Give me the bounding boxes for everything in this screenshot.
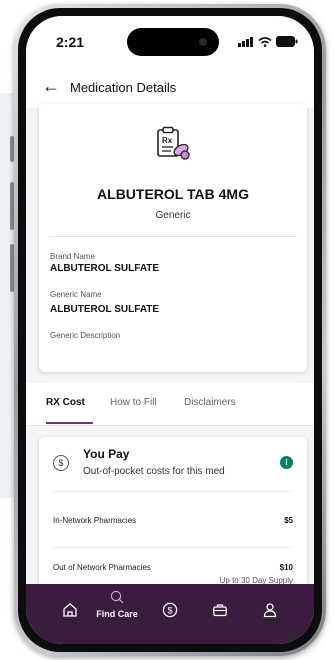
page-title: Medication Details bbox=[70, 80, 177, 95]
nav-find-care[interactable]: Find Care bbox=[88, 590, 146, 619]
medication-name: ALBUTEROL TAB 4MG bbox=[97, 186, 249, 202]
home-icon bbox=[63, 603, 77, 617]
active-tab-indicator bbox=[46, 422, 93, 424]
card-divider bbox=[49, 236, 297, 237]
tab-disclaimers[interactable]: Disclaimers bbox=[184, 397, 236, 408]
user-icon bbox=[263, 603, 277, 618]
tab-bar: RX Cost How to Fill Disclaimers bbox=[26, 383, 314, 426]
out-of-network-value: $10 bbox=[279, 563, 293, 572]
dynamic-island bbox=[127, 28, 219, 56]
info-icon[interactable]: i bbox=[280, 456, 293, 469]
cost-divider bbox=[53, 491, 293, 492]
medication-type: Generic bbox=[155, 210, 191, 221]
prescription-pills-icon: Rx bbox=[157, 126, 190, 160]
you-pay-subtitle: Out-of-pocket costs for this med bbox=[83, 466, 225, 477]
camera-icon bbox=[199, 38, 207, 46]
svg-text:Rx: Rx bbox=[162, 136, 173, 145]
nav-find-care-label: Find Care bbox=[96, 609, 138, 619]
generic-name-value: ALBUTEROL SULFATE bbox=[50, 304, 160, 315]
wifi-icon bbox=[258, 37, 272, 47]
battery-icon bbox=[276, 36, 298, 47]
in-network-label: In-Network Pharmacies bbox=[53, 516, 137, 525]
generic-description-label: Generic Description bbox=[50, 331, 121, 340]
status-bar: 2:21 bbox=[26, 16, 314, 68]
you-pay-title: You Pay bbox=[83, 447, 130, 461]
bottom-navigation: Find Care $ bbox=[26, 584, 314, 644]
out-of-network-label: Out of Network Pharmacies bbox=[53, 563, 151, 572]
cost-divider bbox=[53, 547, 293, 548]
nav-profile[interactable] bbox=[262, 602, 278, 623]
briefcase-icon bbox=[213, 604, 227, 617]
generic-name-label: Generic Name bbox=[50, 290, 102, 299]
medication-card: Rx ALBUTEROL TAB 4MG Generic Brand Name … bbox=[39, 104, 307, 372]
tab-how-to-fill[interactable]: How to Fill bbox=[110, 397, 157, 408]
nav-benefits[interactable] bbox=[212, 602, 228, 623]
svg-text:$: $ bbox=[167, 606, 172, 616]
nav-costs[interactable]: $ bbox=[162, 602, 178, 623]
brand-name-value: ALBUTEROL SULFATE bbox=[50, 263, 160, 274]
status-time: 2:21 bbox=[56, 34, 85, 50]
phone-frame: 2:21 ← Medication Details Rx ALBUTEROL T… bbox=[14, 4, 326, 656]
in-network-value: $5 bbox=[284, 516, 293, 525]
brand-name-label: Brand Name bbox=[50, 252, 95, 261]
nav-home[interactable] bbox=[62, 602, 78, 623]
app-screen: 2:21 ← Medication Details Rx ALBUTEROL T… bbox=[26, 16, 314, 644]
tab-rx-cost[interactable]: RX Cost bbox=[46, 397, 85, 408]
status-icons bbox=[238, 36, 298, 47]
search-icon bbox=[110, 590, 124, 604]
dollar-circle-icon: $ bbox=[162, 602, 178, 618]
back-button[interactable]: ← bbox=[42, 76, 60, 97]
signal-icon bbox=[238, 37, 253, 47]
phone-bezel: 2:21 ← Medication Details Rx ALBUTEROL T… bbox=[18, 8, 322, 652]
app-header: ← Medication Details bbox=[26, 68, 314, 108]
dollar-circle-icon: $ bbox=[53, 455, 69, 471]
